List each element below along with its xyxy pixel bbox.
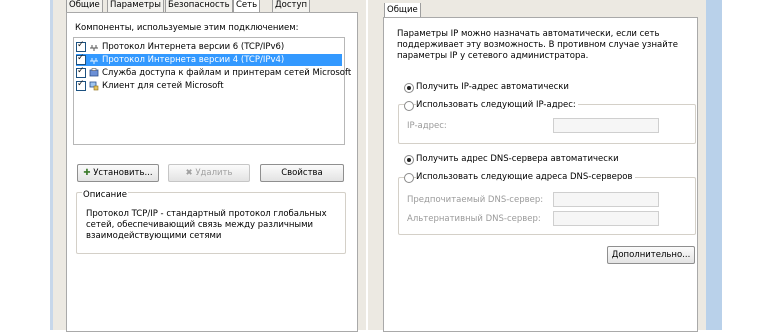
dns-manual-label[interactable]: Использовать следующие адреса DNS-сервер… [416, 172, 635, 182]
preferred-dns-label: Предпочитаемый DNS-сервер: [407, 195, 544, 205]
ip-manual-radio[interactable] [404, 101, 414, 111]
list-item-label: Протокол Интернета версии 4 (TCP/IPv4) [102, 55, 285, 65]
components-label: Компоненты, используемые этим подключени… [75, 23, 299, 33]
list-item-client[interactable]: Клиент для сетей Microsoft [76, 79, 342, 92]
intro-line-2: поддерживает эту возможность. В противно… [397, 40, 678, 50]
list-item-ipv4[interactable]: Протокол Интернета версии 4 (TCP/IPv4) [76, 53, 342, 66]
intro-line-1: Параметры IP можно назначать автоматичес… [397, 29, 660, 39]
checkbox-client[interactable] [76, 79, 86, 91]
properties-button[interactable]: Свойства [260, 164, 344, 182]
ip-manual-label[interactable]: Использовать следующий IP-адрес: [416, 100, 578, 110]
description-line-2: сетей, обеспечивающий связь между различ… [86, 220, 314, 230]
ip-auto-radio[interactable] [404, 83, 414, 93]
ip-address-field [553, 118, 659, 133]
alternate-dns-label: Альтернативный DNS-сервер: [407, 214, 541, 224]
description-title: Описание [82, 190, 128, 200]
description-line-3: взаимодействующими сетями [86, 231, 222, 241]
window-border [706, 0, 722, 330]
components-list[interactable]: Протокол Интернета версии 6 (TCP/IPv6) П… [73, 37, 351, 145]
install-button-label: Установить... [93, 168, 153, 178]
intro-line-3: параметры IP у сетевого администратора. [397, 51, 589, 61]
remove-icon: ✖ [185, 168, 193, 178]
list-item-ipv6[interactable]: Протокол Интернета версии 6 (TCP/IPv6) [76, 40, 342, 53]
ip-auto-label[interactable]: Получить IP-адрес автоматически [416, 82, 569, 92]
checkbox-ipv4[interactable] [76, 53, 86, 65]
list-item-file-sharing[interactable]: Служба доступа к файлам и принтерам сете… [76, 66, 351, 79]
protocol-icon [90, 45, 98, 51]
protocol-icon [90, 58, 98, 64]
advanced-button[interactable]: Дополнительно... [607, 246, 695, 264]
remove-button-label: Удалить [195, 168, 233, 178]
dns-manual-radio[interactable] [404, 173, 414, 183]
tab-general[interactable]: Общие [384, 3, 421, 17]
checkbox-file-sharing[interactable] [76, 66, 86, 78]
list-item-label: Служба доступа к файлам и принтерам сете… [102, 68, 352, 78]
preferred-dns-field [553, 192, 659, 207]
install-icon: ✚ [83, 168, 91, 178]
dns-auto-label[interactable]: Получить адрес DNS-сервера автоматически [416, 154, 619, 164]
list-item-label: Протокол Интернета версии 6 (TCP/IPv6) [102, 42, 285, 52]
file-printer-sharing-icon [89, 68, 99, 77]
ip-address-label: IP-адрес: [407, 121, 447, 131]
alternate-dns-field [553, 211, 659, 226]
dialog-edge [50, 0, 53, 330]
network-client-icon [89, 81, 99, 91]
description-line-1: Протокол TCP/IP - стандартный протокол г… [86, 209, 327, 219]
checkbox-ipv6[interactable] [76, 40, 86, 52]
list-item-label: Клиент для сетей Microsoft [102, 81, 224, 91]
dns-auto-radio[interactable] [404, 155, 414, 165]
remove-button: ✖ Удалить [168, 164, 250, 182]
install-button[interactable]: ✚ Установить... [77, 164, 159, 182]
